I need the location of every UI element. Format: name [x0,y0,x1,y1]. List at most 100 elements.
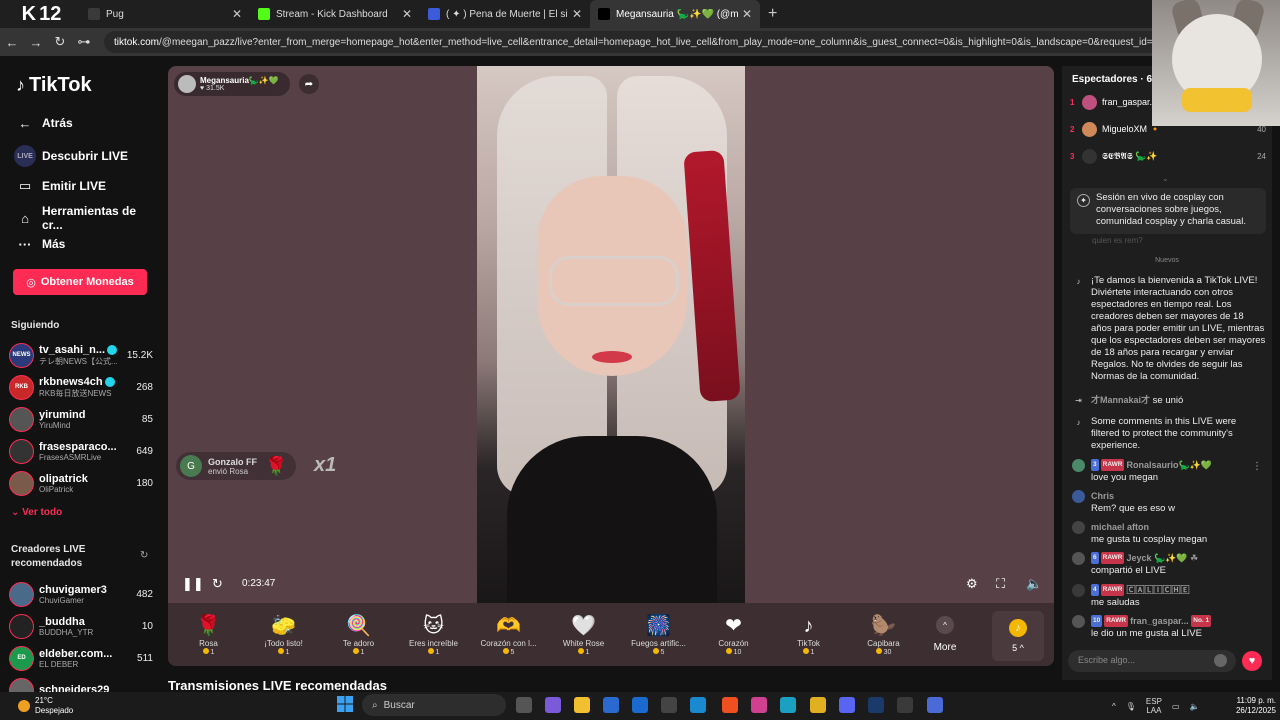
address-bar: ← → ↻ ⊶ tiktok.com/@meegan_pazz/live?ent… [0,28,1280,56]
chat-username[interactable]: Jeyck 🦕✨💚 ☘ [1126,553,1198,563]
pause-icon[interactable]: ❚❚ [182,576,204,592]
chat-message[interactable]: Chris Rem? que es eso w [1070,490,1266,515]
chat-input[interactable]: Escribe algo... [1068,650,1236,672]
task-view-icon[interactable] [516,697,532,713]
microphone-icon[interactable]: 🎙 [1126,702,1136,711]
chat-username[interactable]: Ronalsaurio🦕✨💚 [1126,460,1212,470]
host-avatar[interactable] [178,75,196,93]
sidebar-account-row[interactable]: olipatrick OliPatrick 180 [9,468,153,498]
steam-icon[interactable] [868,697,884,713]
nav-go-live[interactable]: ▭ Emitir LIVE [14,175,106,197]
sidebar-account-row[interactable]: ED eldeber.com... EL DEBER 511 [9,643,153,673]
gift-item[interactable]: 🫶 Corazón con l... 5 [471,603,546,666]
gift-item[interactable]: 🐱 Eres increíble 1 [396,603,471,666]
forward-arrow-icon[interactable]: → [24,35,48,50]
get-coins-button[interactable]: ◎ Obtener Monedas [13,269,147,295]
edge-icon[interactable] [780,697,796,713]
chat-message[interactable]: 6 RAWR Jeyck 🦕✨💚 ☘ compartió el LIVE [1070,552,1266,577]
clock[interactable]: 11:09 p. m. 26/12/2025 [1226,696,1276,716]
brave-icon[interactable] [722,697,738,713]
browser-tab[interactable]: ( ✦ ) Pena de Muerte | El sitio w ✕ [420,0,590,28]
sidebar-account-row[interactable]: _buddha BUDDHA_YTR 10 [9,611,153,641]
refresh-icon[interactable]: ↻ [140,550,148,561]
new-tab-button[interactable]: + [768,5,777,23]
host-info[interactable]: Megansauria🦕✨💚 ♥ 31.5K [174,72,290,96]
language-indicator[interactable]: ESP LAA [1146,697,1162,715]
app-icon[interactable] [690,697,706,713]
emoji-icon[interactable] [1214,654,1227,667]
chevron-up-icon[interactable]: ^ [1112,702,1116,711]
chat-message[interactable]: michael afton me gusta tu cosplay megan [1070,521,1266,546]
back-arrow-icon[interactable]: ← [0,35,24,50]
store-icon[interactable] [603,697,619,713]
chat-text: Rem? que es eso w [1091,503,1175,514]
viewers-heading[interactable]: Espectadores · 64 [1072,74,1158,85]
share-icon[interactable]: ➦ [299,74,319,94]
app-icon[interactable] [661,697,677,713]
chat-username[interactable]: 🄲🄰🄻🄸🄲🄷🄴 [1126,585,1189,595]
browser-tab[interactable]: Megansauria 🦕✨💚 (@m ✕ [590,0,760,28]
refresh-icon[interactable]: ↻ [212,576,223,592]
app-icon[interactable] [927,697,943,713]
sidebar-account-row[interactable]: RKB rkbnews4ch RKB毎日放送NEWS 268 [9,372,153,402]
coin-balance-button[interactable]: ♪ 5 ^ [992,611,1044,661]
more-gifts-button[interactable]: ^ More [921,616,969,653]
gift-item[interactable]: 🤍 White Rose 1 [546,603,621,666]
taskbar-search[interactable]: ⌕ Buscar [362,694,506,716]
gift-item[interactable]: ♪ TikTok 1 [771,603,846,666]
live-video[interactable] [477,66,745,603]
chevron-down-icon[interactable]: ⌄ [1162,174,1169,183]
chat-message[interactable]: 3 RAWR Ronalsaurio🦕✨💚 love you megan [1070,459,1266,484]
windows-start-icon[interactable] [337,696,353,712]
reload-icon[interactable]: ↻ [48,34,72,50]
close-icon[interactable]: ✕ [402,7,412,21]
live-player[interactable]: Megansauria🦕✨💚 ♥ 31.5K ➦ G Gonzalo FF envi… [168,66,1054,666]
chat-message[interactable]: 10 RAWR fran_gaspar... No. 1 le dio un me … [1070,615,1266,640]
sidebar-account-row[interactable]: chuvigamer3 ChuviGamer 482 [9,579,153,609]
more-options-icon[interactable]: ⋮ [1252,461,1262,472]
volume-icon[interactable]: 🔈 [1190,702,1200,711]
gift-item[interactable]: 🍭 Te adoro 1 [321,603,396,666]
nav-creator-tools[interactable]: ⌂ Herramientas de cr... [14,204,160,232]
browser-tab[interactable]: Pug ✕ [80,0,250,28]
browser-tab[interactable]: Stream - Kick Dashboard ✕ [250,0,420,28]
settings-icon[interactable]: ⚙ [966,576,978,592]
file-explorer-icon[interactable] [574,697,590,713]
site-info-icon[interactable]: ⊶ [72,34,96,50]
volume-icon[interactable]: 🔈 [1026,576,1042,592]
fullscreen-icon[interactable]: ⛶ [996,576,1005,592]
sidebar-account-row[interactable]: schneiders29 [9,675,153,692]
gift-item[interactable]: 🧽 ¡Todo listo! 1 [246,603,321,666]
close-icon[interactable]: ✕ [742,7,752,21]
recommended-streams-heading: Transmisiones LIVE recomendadas [168,678,387,693]
outlook-icon[interactable] [632,697,648,713]
app-icon[interactable] [751,697,767,713]
back-link[interactable]: ← Atrás [14,112,73,134]
discord-icon[interactable] [839,697,855,713]
chat-message[interactable]: 4 RAWR 🄲🄰🄻🄸🄲🄷🄴 me saludas [1070,584,1266,609]
top-viewer-row[interactable]: 3 𝕾𝕰𝕭𝕬𝕾 🦕✨ 24 [1070,146,1266,166]
url-field[interactable]: tiktok.com/@meegan_pazz/live?enter_from_… [104,31,1254,53]
chat-username[interactable]: Chris [1091,491,1114,501]
gift-item[interactable]: 🦫 Capibara 30 [846,603,921,666]
sidebar-account-row[interactable]: NEWS tv_asahi_n... テレ朝NEWS【公式... 15.2K [9,340,153,370]
copilot-icon[interactable] [545,697,561,713]
chat-username[interactable]: michael afton [1091,522,1149,532]
gift-item[interactable]: 🎆 Fuegos artific... 5 [621,603,696,666]
weather-widget[interactable]: 21°C Despejado [18,692,73,720]
app-icon[interactable] [897,697,913,713]
close-icon[interactable]: ✕ [572,7,582,21]
gift-item[interactable]: 🌹 Rosa 1 [171,603,246,666]
close-icon[interactable]: ✕ [232,7,242,21]
network-icon[interactable]: ▭ [1172,702,1180,711]
sidebar-account-row[interactable]: frasesparaco... FrasesASMRLive 649 [9,436,153,466]
tiktok-logo[interactable]: ♪ TikTok [16,74,92,97]
nav-discover-live[interactable]: LIVE Descubrir LIVE [14,145,128,167]
heart-icon[interactable]: ♥ [1242,651,1262,671]
chrome-icon[interactable] [810,697,826,713]
see-all-link[interactable]: ⌄ Ver todo [11,507,62,518]
sidebar-account-row[interactable]: yirumind YiruMind 85 [9,404,153,434]
chat-username[interactable]: fran_gaspar... [1130,616,1189,626]
gift-item[interactable]: ❤ Corazón 10 [696,603,771,666]
nav-more[interactable]: ··· Más [14,233,66,255]
